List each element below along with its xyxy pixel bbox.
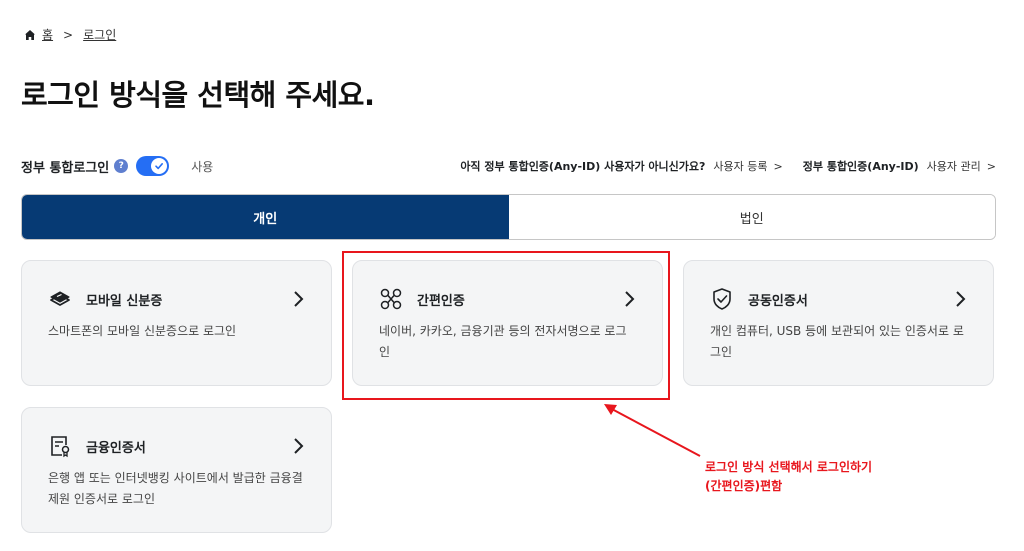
manage-user-label: 사용자 관리	[926, 160, 981, 173]
tab-corporate[interactable]: 법인	[508, 195, 995, 239]
register-user-label: 사용자 등록	[713, 160, 768, 173]
card-head: 모바일 신분증	[48, 287, 305, 311]
annotation-line-2: (간편인증)편함	[705, 479, 783, 493]
gov-login-toggle[interactable]	[136, 156, 170, 176]
user-type-tabs: 개인 법인	[21, 194, 996, 240]
card-head: 공동인증서	[710, 287, 967, 311]
card-description: 개인 컴퓨터, USB 등에 보관되어 있는 인증서로 로그인	[710, 324, 964, 359]
card-title: 모바일 신분증	[86, 293, 163, 309]
annotation-text: 로그인 방식 선택해서 로그인하기 (간편인증)편함	[705, 458, 872, 496]
chevron-right-icon: >	[773, 159, 783, 173]
card-title: 공동인증서	[748, 293, 808, 309]
annotation-arrow	[604, 404, 701, 457]
toggle-knob	[151, 158, 168, 174]
chevron-right-icon	[294, 291, 304, 307]
breadcrumb: 홈 > 로그인	[24, 26, 116, 43]
card-financial-certificate[interactable]: 금융인증서 은행 앱 또는 인터넷뱅킹 사이트에서 발급한 금융결제원 인증서로…	[21, 407, 332, 533]
mobile-id-icon	[50, 291, 70, 306]
page-title: 로그인 방식을 선택해 주세요.	[21, 78, 375, 112]
gov-links: 아직 정부 통합인증(Any-ID) 사용자가 아니신가요? 사용자 등록 > …	[460, 158, 996, 174]
anyid-label: 정부 통합인증(Any-ID)	[802, 160, 919, 173]
card-description: 은행 앱 또는 인터넷뱅킹 사이트에서 발급한 금융결제원 인증서로 로그인	[48, 471, 303, 506]
card-description: 스마트폰의 모바일 신분증으로 로그인	[48, 324, 237, 338]
tab-personal[interactable]: 개인	[22, 195, 509, 239]
certificate-icon	[51, 436, 70, 458]
help-icon[interactable]: ?	[114, 159, 129, 173]
gov-login-row: 정부 통합로그인 ? 사용 아직 정부 통합인증(Any-ID) 사용자가 아니…	[21, 152, 996, 180]
breadcrumb-current[interactable]: 로그인	[83, 26, 116, 43]
card-title: 금융인증서	[86, 440, 146, 456]
gov-login-label: 정부 통합로그인	[21, 160, 110, 176]
breadcrumb-separator: >	[63, 27, 74, 42]
not-user-question: 아직 정부 통합인증(Any-ID) 사용자가 아니신가요?	[460, 160, 706, 173]
card-joint-certificate[interactable]: 공동인증서 개인 컴퓨터, USB 등에 보관되어 있는 인증서로 로그인	[683, 260, 994, 386]
card-head: 금융인증서	[48, 434, 305, 458]
home-icon	[25, 29, 35, 40]
annotation-line-1: 로그인 방식 선택해서 로그인하기	[705, 460, 873, 474]
toggle-state-label: 사용	[191, 159, 214, 174]
register-user-link[interactable]: 사용자 등록 >	[713, 158, 782, 174]
breadcrumb-home-link[interactable]: 홈	[42, 26, 53, 43]
card-mobile-id[interactable]: 모바일 신분증 스마트폰의 모바일 신분증으로 로그인	[21, 260, 332, 386]
manage-user-link[interactable]: 사용자 관리 >	[927, 158, 996, 174]
chevron-right-icon	[956, 291, 966, 307]
chevron-right-icon: >	[986, 159, 996, 173]
chevron-right-icon	[294, 438, 304, 454]
shield-check-icon	[713, 288, 731, 310]
check-icon	[155, 163, 164, 170]
highlight-box	[342, 251, 670, 400]
